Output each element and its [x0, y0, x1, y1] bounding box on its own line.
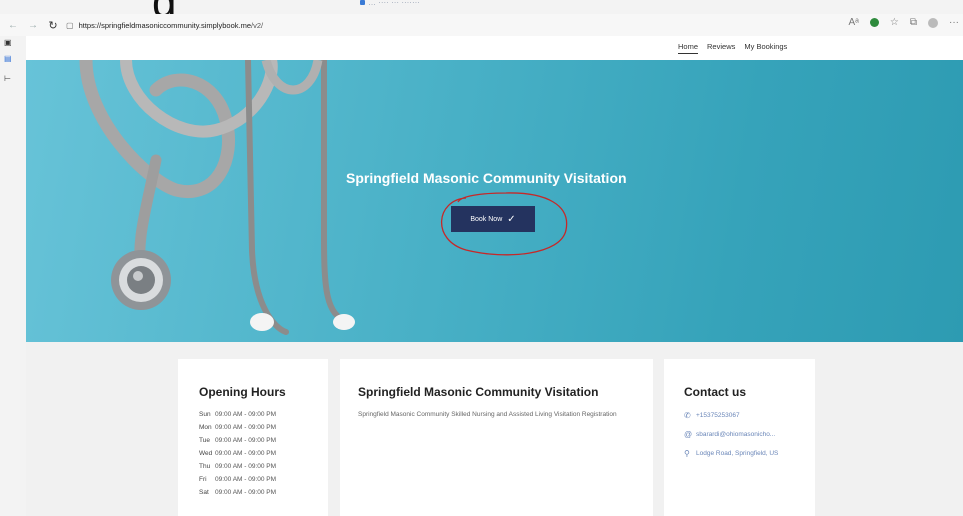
about-description: Springfield Masonic Community Skilled Nu…	[358, 411, 617, 418]
nav-links: Home Reviews My Bookings	[678, 42, 787, 54]
ear-tip-left	[250, 313, 274, 331]
about-title: Springfield Masonic Community Visitation	[358, 385, 599, 399]
collections-icon[interactable]: ⧉	[910, 17, 917, 28]
window-title: … ···· ··· ·······	[360, 0, 420, 7]
address-bar[interactable]: ▢ https://springfieldmasoniccommunity.si…	[66, 17, 876, 33]
opening-hours-title: Opening Hours	[199, 385, 286, 399]
ear-tip-right	[333, 314, 355, 330]
hours-row: Tue 09:00 AM - 09:00 PM	[199, 437, 277, 444]
hours-row: Fri 09:00 AM - 09:00 PM	[199, 476, 277, 483]
hero-banner: Springfield Masonic Community Visitation…	[26, 60, 963, 342]
sidebar-app-icon[interactable]: ▤	[4, 54, 12, 63]
chest-piece-highlight	[133, 271, 143, 281]
read-aloud-icon[interactable]: Aᵃ	[849, 17, 859, 28]
hours-row: Sat 09:00 AM - 09:00 PM	[199, 489, 277, 496]
extension-icon[interactable]	[869, 18, 879, 27]
nav-my-bookings[interactable]: My Bookings	[744, 42, 787, 54]
opening-hours-card: Opening Hours Sun 09:00 AM - 09:00 PM Mon…	[178, 359, 328, 516]
forward-icon[interactable]: →	[26, 20, 40, 31]
hours-row: Wed 09:00 AM - 09:00 PM	[199, 450, 277, 457]
book-now-button[interactable]: Book Now ✓	[451, 206, 535, 232]
contact-address[interactable]: ⚲ Lodge Road, Springfield, US	[684, 449, 815, 458]
web-page: Home Reviews My Bookings Springfield Mas…	[26, 36, 963, 516]
app-icon	[360, 0, 365, 5]
nav-home[interactable]: Home	[678, 42, 699, 54]
contact-title: Contact us	[684, 385, 747, 399]
hero-title: Springfield Masonic Community Visitation	[346, 170, 627, 186]
nav-reviews[interactable]: Reviews	[707, 42, 735, 54]
site-nav: Home Reviews My Bookings	[26, 36, 963, 60]
screenshot: … ···· ··· ······· g ← → ↻ ▢ https://spr…	[0, 0, 963, 516]
page-info-icon[interactable]: ▢	[66, 21, 74, 30]
profile-icon[interactable]	[928, 17, 938, 28]
browser-sidebar: ▣ ▤ ⊢	[0, 36, 18, 516]
refresh-icon[interactable]: ↻	[46, 19, 60, 32]
contact-phone[interactable]: ✆ +15375253067	[684, 411, 815, 420]
hours-row: Thu 09:00 AM - 09:00 PM	[199, 463, 277, 470]
location-pin-icon: ⚲	[684, 449, 690, 458]
url-text: https://springfieldmasoniccommunity.simp…	[78, 20, 264, 30]
phone-icon: ✆	[684, 411, 691, 420]
browser-toolbar: ← → ↻ ▢ https://springfieldmasoniccommun…	[0, 14, 963, 36]
sidebar-arrow-icon[interactable]: ⊢	[4, 74, 11, 83]
back-icon[interactable]: ←	[6, 20, 20, 31]
hours-row: Mon 09:00 AM - 09:00 PM	[199, 424, 277, 431]
ear-tube-right	[321, 60, 351, 325]
hours-row: Sun 09:00 AM - 09:00 PM	[199, 411, 277, 418]
contact-card: Contact us ✆ +15375253067 @ sbarardi@ohiom…	[664, 359, 815, 516]
more-icon[interactable]: ···	[949, 17, 959, 28]
stethoscope-image	[79, 60, 355, 335]
tabs-icon[interactable]: ▣	[4, 38, 12, 47]
email-icon: @	[684, 430, 693, 439]
toolbar-actions: Aᵃ ☆ ⧉ ···	[849, 17, 960, 28]
about-card: Springfield Masonic Community Visitation…	[340, 359, 653, 516]
contact-email[interactable]: @ sbarardi@ohiomasonicho...	[684, 430, 815, 439]
check-icon: ✓	[507, 213, 516, 225]
favorites-icon[interactable]: ☆	[890, 17, 899, 28]
